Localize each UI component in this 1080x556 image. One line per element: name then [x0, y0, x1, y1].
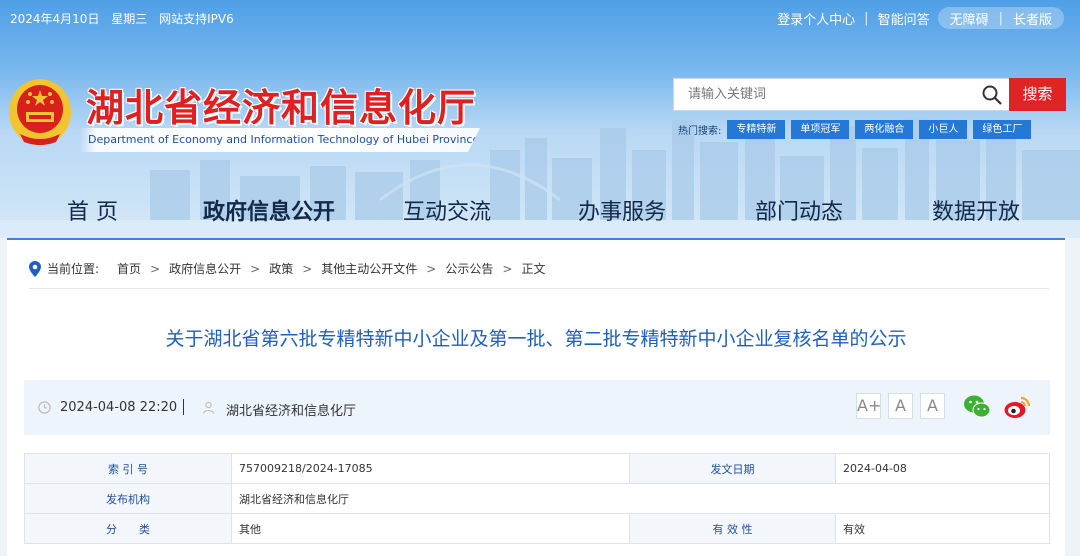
nav-news[interactable]: 部门动态: [755, 194, 843, 226]
clock-icon: [38, 401, 51, 414]
breadcrumb-gov-info[interactable]: 政府信息公开: [169, 260, 241, 277]
site-title: 湖北省经济和信息化厅: [86, 85, 477, 130]
index-value: 757009218/2024-17085: [231, 453, 630, 484]
publish-datetime: 2024-04-08 22:20: [60, 400, 178, 415]
header-banner: 2024年4月10日 星期三 网站支持IPV6 登录个人中心 | 智能问答 无障…: [0, 0, 1080, 238]
elderly-mode-button[interactable]: 长者版: [1013, 9, 1052, 28]
font-increase-button[interactable]: A+: [856, 393, 881, 419]
issue-date-label: 发文日期: [629, 453, 836, 484]
ipv6-notice: 网站支持IPV6: [159, 12, 234, 26]
pill-divider: |: [998, 10, 1003, 26]
org-value: 湖北省经济和信息化厅: [231, 483, 1050, 514]
breadcrumb-home[interactable]: 首页: [117, 260, 141, 277]
document-info-table: 索 引 号 757009218/2024-17085 发文日期 2024-04-…: [24, 453, 1050, 544]
date-info: 2024年4月10日 星期三 网站支持IPV6: [10, 10, 242, 27]
nav-interaction[interactable]: 互动交流: [403, 194, 491, 226]
top-links: 登录个人中心 | 智能问答 无障碍 | 长者版: [777, 7, 1064, 29]
current-date: 2024年4月10日: [10, 12, 100, 26]
hot-search-label: 热门搜索:: [678, 126, 722, 137]
table-row: 分 类 其他 有 效 性 有效: [24, 513, 1050, 544]
breadcrumb-separator: >: [250, 261, 261, 276]
top-bar: 2024年4月10日 星期三 网站支持IPV6 登录个人中心 | 智能问答 无障…: [0, 0, 1080, 34]
breadcrumb-separator: >: [502, 261, 513, 276]
validity-value: 有效: [835, 513, 1050, 544]
index-label: 索 引 号: [24, 453, 232, 484]
nav-home[interactable]: 首 页: [67, 194, 118, 226]
current-weekday: 星期三: [111, 12, 148, 26]
hot-tag[interactable]: 绿色工厂: [973, 120, 1032, 139]
search-input[interactable]: [674, 79, 1008, 110]
accessibility-pill: 无障碍 | 长者版: [937, 7, 1064, 29]
meta-divider: [183, 399, 184, 415]
validity-label: 有 效 性: [629, 513, 836, 544]
org-label: 发布机构: [24, 483, 232, 514]
emblem-icon: [9, 79, 71, 145]
breadcrumb-announcements[interactable]: 公示公告: [445, 260, 493, 277]
smart-qa-link[interactable]: 智能问答: [878, 9, 930, 28]
hot-tag[interactable]: 两化融合: [855, 120, 914, 139]
breadcrumb-other-files[interactable]: 其他主动公开文件: [321, 260, 417, 277]
wechat-icon[interactable]: [963, 394, 991, 420]
breadcrumb-separator: >: [150, 261, 161, 276]
font-decrease-button[interactable]: A: [920, 393, 945, 419]
breadcrumb-label: 当前位置:: [47, 262, 100, 276]
font-default-button[interactable]: A: [888, 393, 913, 419]
table-row: 发布机构 湖北省经济和信息化厅: [24, 483, 1050, 514]
table-row: 索 引 号 757009218/2024-17085 发文日期 2024-04-…: [24, 453, 1050, 484]
nav-gov-info[interactable]: 政府信息公开: [203, 194, 335, 226]
main-nav: 首 页 政府信息公开 互动交流 办事服务 部门动态 数据开放: [0, 194, 1080, 234]
category-label: 分 类: [24, 513, 232, 544]
article-meta-bar: 2024-04-08 22:20 湖北省经济和信息化厅 A+ A A: [24, 380, 1050, 435]
site-english-name: Department of Economy and Information Te…: [80, 128, 480, 152]
org-icon: [202, 401, 215, 414]
weibo-icon[interactable]: [1003, 394, 1031, 420]
breadcrumb: 当前位置: 首页 > 政府信息公开 > 政策 > 其他主动公开文件 > 公示公告…: [29, 260, 545, 277]
hot-search: 热门搜索: 专精特新 单项冠军 两化融合 小巨人 绿色工厂: [678, 120, 1037, 139]
hot-tag[interactable]: 专精特新: [727, 120, 786, 139]
article-title: 关于湖北省第六批专精特新中小企业及第一批、第二批专精特新中小企业复核名单的公示: [165, 328, 907, 350]
category-value: 其他: [231, 513, 630, 544]
login-link[interactable]: 登录个人中心: [777, 9, 855, 28]
accessible-mode-button[interactable]: 无障碍: [950, 9, 989, 28]
issue-date-value: 2024-04-08: [835, 453, 1050, 484]
breadcrumb-separator: >: [302, 261, 313, 276]
publisher-name: 湖北省经济和信息化厅: [226, 404, 357, 419]
hot-tag[interactable]: 小巨人: [919, 120, 968, 139]
hot-tag[interactable]: 单项冠军: [791, 120, 850, 139]
breadcrumb-policy[interactable]: 政策: [269, 260, 293, 277]
search-button[interactable]: 搜索: [1009, 78, 1066, 111]
search-icon[interactable]: [981, 84, 1003, 106]
nav-open-data[interactable]: 数据开放: [932, 194, 1020, 226]
breadcrumb-current: 正文: [521, 262, 546, 276]
top-divider: |: [864, 10, 869, 26]
breadcrumb-separator: >: [426, 261, 437, 276]
nav-services[interactable]: 办事服务: [578, 194, 666, 226]
content-card: 当前位置: 首页 > 政府信息公开 > 政策 > 其他主动公开文件 > 公示公告…: [7, 238, 1065, 556]
breadcrumb-divider: [29, 288, 1049, 289]
search-box: 搜索: [673, 78, 1066, 111]
pin-icon: [29, 260, 41, 277]
